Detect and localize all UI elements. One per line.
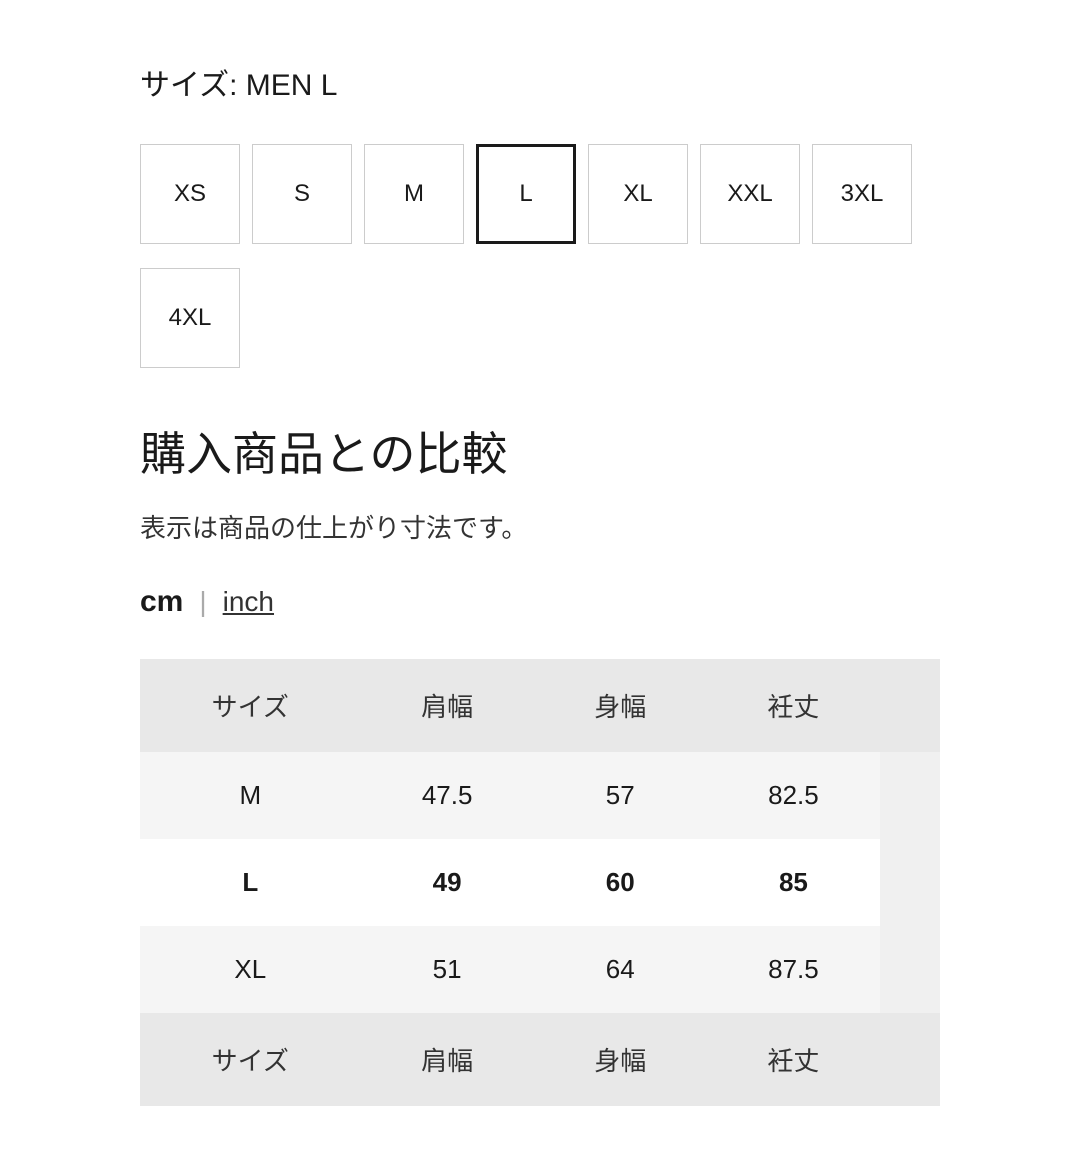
table-row: XL 51 64 87.5 — [140, 926, 940, 1013]
row-l-length: 85 — [707, 839, 880, 926]
size-btn-3xl[interactable]: 3XL — [812, 144, 912, 244]
row-m-length: 82.5 — [707, 752, 880, 839]
footer-body: 身幅 — [534, 1013, 707, 1106]
row-xl-length: 87.5 — [707, 926, 880, 1013]
footer-size: サイズ — [140, 1013, 361, 1106]
size-btn-m[interactable]: M — [364, 144, 464, 244]
header-body: 身幅 — [534, 659, 707, 752]
size-btn-xl[interactable]: XL — [588, 144, 688, 244]
row-xl-shoulder: 51 — [361, 926, 534, 1013]
size-btn-xs[interactable]: XS — [140, 144, 240, 244]
size-btn-4xl[interactable]: 4XL — [140, 268, 240, 368]
header-size: サイズ — [140, 659, 361, 752]
row-xl-size: XL — [140, 926, 361, 1013]
row-l-shoulder: 49 — [361, 839, 534, 926]
unit-inch-label[interactable]: inch — [223, 586, 274, 618]
row-m-size: M — [140, 752, 361, 839]
row-xl-extra — [880, 926, 940, 1013]
header-shoulder: 肩幅 — [361, 659, 534, 752]
size-label: サイズ: MEN L — [140, 60, 940, 104]
row-l-body: 60 — [534, 839, 707, 926]
size-btn-l[interactable]: L — [476, 144, 576, 244]
row-m-extra — [880, 752, 940, 839]
row-m-body: 57 — [534, 752, 707, 839]
footer-length: 衽丈 — [707, 1013, 880, 1106]
main-container: サイズ: MEN L XS S M L XL XXL 3XL 4XL 購入商品と… — [0, 0, 1080, 1166]
unit-toggle: cm | inch — [140, 585, 940, 619]
size-table: サイズ 肩幅 身幅 衽丈 M 47.5 57 82.5 L 49 60 85 — [140, 659, 940, 1106]
row-l-size: L — [140, 839, 361, 926]
row-xl-body: 64 — [534, 926, 707, 1013]
footer-extra — [880, 1013, 940, 1106]
row-m-shoulder: 47.5 — [361, 752, 534, 839]
footer-shoulder: 肩幅 — [361, 1013, 534, 1106]
size-selector: XS S M L XL XXL 3XL 4XL — [140, 144, 940, 368]
size-btn-xxl[interactable]: XXL — [700, 144, 800, 244]
unit-divider: | — [199, 586, 222, 618]
table-row: M 47.5 57 82.5 — [140, 752, 940, 839]
size-btn-s[interactable]: S — [252, 144, 352, 244]
table-footer-row: サイズ 肩幅 身幅 衽丈 — [140, 1013, 940, 1106]
row-l-extra — [880, 839, 940, 926]
table-row-highlight: L 49 60 85 — [140, 839, 940, 926]
header-length: 衽丈 — [707, 659, 880, 752]
table-header-row: サイズ 肩幅 身幅 衽丈 — [140, 659, 940, 752]
comparison-desc: 表示は商品の仕上がり寸法です。 — [140, 508, 940, 545]
comparison-title: 購入商品との比較 — [140, 418, 940, 484]
header-extra — [880, 659, 940, 752]
unit-cm-label[interactable]: cm — [140, 585, 199, 619]
